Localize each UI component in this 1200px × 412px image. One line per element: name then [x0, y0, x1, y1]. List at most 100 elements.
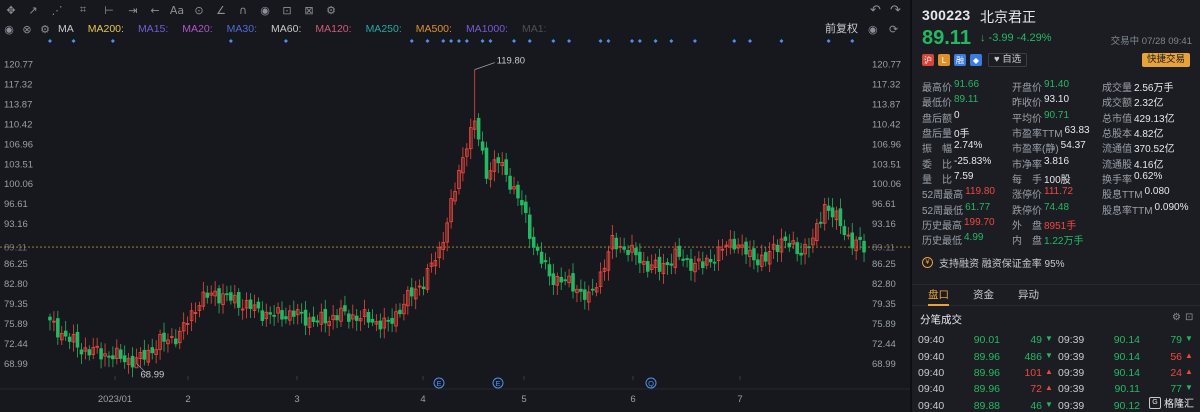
margin-notice[interactable]: ¥ 支持融资 融资保证金率 95% [922, 252, 1192, 272]
ruler-icon[interactable]: ∠ [210, 0, 232, 20]
ma-indicator-label[interactable]: MA500: [416, 23, 452, 35]
stock-tag-icon[interactable]: ◆ [970, 54, 982, 66]
price-change: ↓ -3.99 -4.29% [980, 32, 1052, 44]
tab-2[interactable]: 异动 [1018, 284, 1039, 306]
crosshair-icon[interactable]: ✥ [0, 0, 22, 20]
settings-icon[interactable]: ⚙ [320, 0, 342, 20]
stat-label: 市盈率TTM [1012, 129, 1063, 141]
stock-tags: 沪 L 融 ◆ ♥ 自选 [922, 52, 1028, 68]
eye-icon[interactable]: ◉ [254, 0, 276, 20]
stat-value: 100股 [1044, 174, 1071, 186]
stat-value: 2.56万手 [1134, 83, 1174, 95]
candle-body [217, 288, 221, 304]
tick-time: 09:39 [1058, 334, 1085, 347]
tick-price: 90.14 [1113, 350, 1140, 363]
stat-label: 量 比 [922, 174, 952, 186]
ma-indicator-label[interactable]: MA20: [182, 23, 212, 35]
candle-body [516, 184, 520, 199]
adjust-mode-button[interactable]: 前复权 [825, 20, 858, 38]
eye-icon[interactable]: ◉ [868, 20, 878, 38]
y-tick-label-left: 82.80 [4, 279, 28, 290]
stat-label: 市净率 [1012, 159, 1042, 171]
stat-cell: 股息率TTM 0.090% [1102, 202, 1200, 217]
y-tick-label-right: 68.99 [872, 359, 896, 370]
kline-chart-area[interactable]: ✥ ↗ ⋰ ⌗ ⊢ ⇥ ← Aa ⊙ ∠ ∩ ◉ ⊡ ⊠ ⚙ ↶ ↷ ◉ ⊗ ⚙ MA MA200: MA15:… [0, 0, 910, 412]
ma-indicator-label[interactable]: MA30: [227, 23, 257, 35]
ma-indicator-label[interactable]: MA1: [522, 23, 547, 35]
pattern-icon[interactable]: ⌗ [70, 0, 96, 20]
candle-body [229, 292, 233, 301]
quote-header: 300223 北京君正 89.11 ↓ -3.99 -4.29% 交易中 07/… [912, 0, 1200, 67]
delete-icon[interactable]: ⊠ [298, 0, 320, 20]
candle-body [476, 117, 481, 140]
close-icon[interactable]: ⊗ [18, 20, 36, 38]
stat-cell: 流通股 4.16亿 [1102, 156, 1200, 171]
arrow-icon[interactable]: ← [144, 0, 166, 20]
stock-tag-icon[interactable]: 沪 [922, 54, 934, 66]
last-price: 89.11 [922, 27, 971, 49]
lock-icon[interactable]: ⊡ [276, 0, 298, 20]
refresh-icon[interactable]: ⟳ [889, 20, 898, 38]
watchlist-button[interactable]: ♥ 自选 [988, 53, 1028, 67]
tick-volume: 24 [1170, 366, 1182, 379]
stat-label: 最低价 [922, 98, 952, 110]
stat-cell: 总市值 429.13亿 [1102, 110, 1200, 125]
candlestick-chart[interactable]: 120.77 120.77 117.32 117.32 113.87 113.87 110.… [0, 38, 910, 412]
candle-body [842, 226, 847, 236]
ma-indicator-label[interactable]: MA250: [366, 23, 402, 35]
magnet-icon[interactable]: ∩ [232, 0, 254, 20]
ma-indicator-label[interactable]: MA [58, 23, 74, 35]
y-tick-label-left: 113.87 [4, 99, 32, 110]
tick-direction-icon: ▲ [1045, 383, 1053, 393]
stock-tag-icon[interactable]: 融 [954, 54, 966, 66]
y-tick-label-left: 120.77 [4, 60, 33, 71]
tick-volume: 101 [1024, 366, 1042, 379]
tick-direction-icon: ▲ [1185, 366, 1193, 376]
y-tick-label-right: 100.06 [872, 179, 901, 190]
candle-body [205, 292, 210, 298]
stat-label: 历史最低 [922, 236, 962, 248]
marker-icon[interactable]: ⊙ [188, 0, 210, 20]
redo-icon[interactable]: ↷ [890, 0, 901, 20]
measure-icon[interactable]: ⇥ [122, 0, 144, 20]
candle-body [87, 349, 92, 356]
settings-icon[interactable]: ⚙ [36, 20, 54, 38]
tab-1[interactable]: 资金 [973, 284, 994, 306]
x-tick-label: 2 [185, 394, 190, 405]
ma-indicator-label[interactable]: MA60: [271, 23, 301, 35]
candle-body [354, 315, 359, 321]
stock-name: 北京君正 [980, 9, 1036, 25]
tick-time: 09:39 [1058, 399, 1085, 412]
ma-indicator-label[interactable]: MA1000: [466, 23, 508, 35]
trend-line-icon[interactable]: ⋰ [44, 0, 70, 20]
fib-icon[interactable]: ⊢ [96, 0, 122, 20]
stats-row: 最高价 91.66 开盘价 91.40 成交量 2.56万手 [922, 79, 1200, 94]
expand-icon[interactable]: ⊡ [1185, 312, 1193, 323]
stat-value: 4.16亿 [1134, 159, 1164, 171]
ma-indicator-label[interactable]: MA200: [88, 23, 124, 35]
quick-trade-button[interactable]: 快捷交易 [1141, 53, 1190, 67]
stat-value: 2.74% [954, 140, 983, 152]
candle-body [795, 242, 799, 255]
eye-icon[interactable]: ◉ [0, 20, 18, 38]
candle-body [539, 251, 544, 264]
stat-cell: 盘后额 0 [922, 110, 1012, 125]
ma-indicator-label[interactable]: MA120: [315, 23, 351, 35]
settings-icon[interactable]: ⚙ [1172, 312, 1181, 323]
tab-0[interactable]: 盘口 [928, 284, 949, 306]
event-dot-icon [71, 39, 76, 43]
stock-tag-icon[interactable]: L [938, 54, 950, 66]
ma-indicator-label[interactable]: MA15: [138, 23, 168, 35]
candle-body [284, 316, 288, 320]
candle-body [421, 286, 426, 290]
stat-value: 90.71 [1044, 109, 1070, 121]
candle-body [118, 349, 123, 359]
candle-body [626, 250, 630, 255]
text-icon[interactable]: Aa [166, 0, 188, 20]
y-tick-label-left: 93.16 [4, 219, 28, 230]
stats-row: 振 幅 2.74% 市盈率(静) 54.37 流通值 370.52亿 [922, 140, 1200, 155]
stat-cell: 流通值 370.52亿 [1102, 140, 1200, 155]
cursor-icon[interactable]: ↗ [22, 0, 44, 20]
event-dot-icon [630, 39, 635, 43]
undo-icon[interactable]: ↶ [870, 0, 881, 20]
